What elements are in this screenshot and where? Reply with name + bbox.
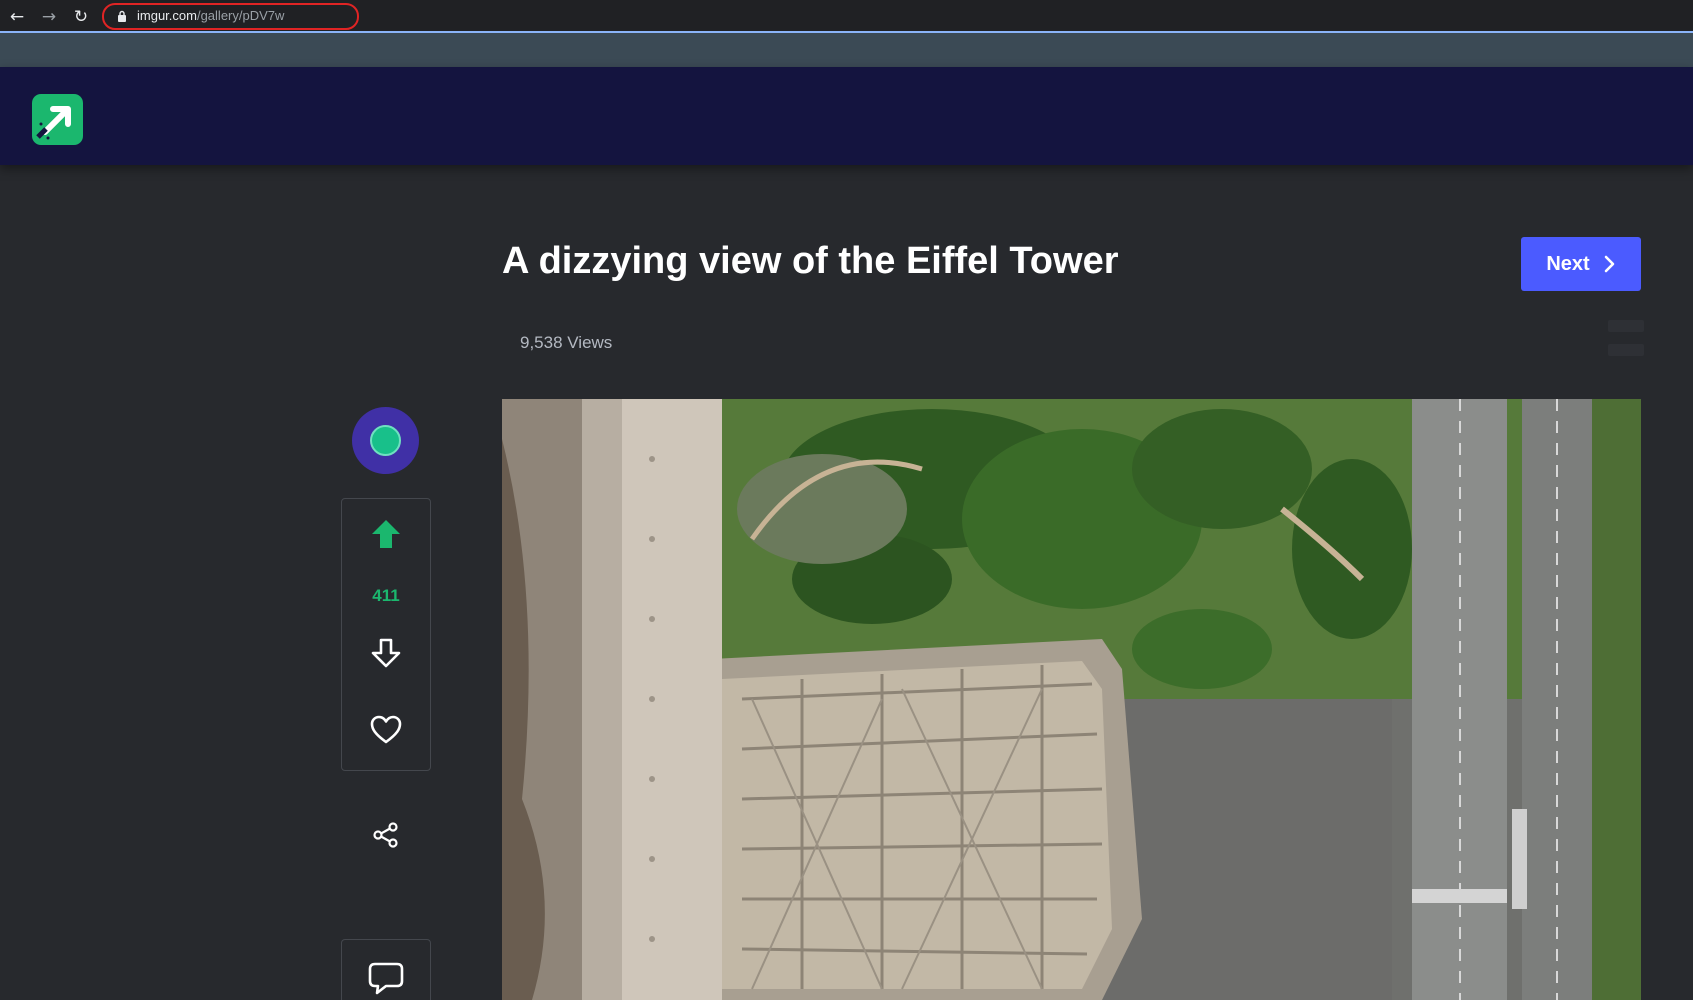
view-count: 9,538 Views	[520, 333, 613, 352]
imgur-logo[interactable]	[32, 94, 83, 145]
address-url[interactable]: imgur.com/gallery/pDV7w	[137, 8, 284, 23]
reload-icon[interactable]: ↻	[70, 6, 92, 28]
post-title: A dizzying view of the Eiffel Tower	[502, 240, 1119, 282]
eiffel-tower-photo	[502, 399, 1641, 1000]
logo-arrow-icon	[36, 106, 71, 140]
placeholder-bar	[1608, 344, 1644, 356]
next-button[interactable]: Next	[1521, 237, 1641, 291]
heart-icon[interactable]	[369, 713, 403, 747]
upvote-icon[interactable]	[369, 517, 403, 551]
site-header	[0, 67, 1693, 165]
placeholder-bar	[1608, 320, 1644, 332]
back-icon[interactable]: ←	[6, 6, 28, 28]
lock-icon	[118, 10, 126, 22]
avatar-image	[370, 425, 401, 456]
vote-count: 411	[372, 586, 400, 605]
url-path: /gallery/pDV7w	[196, 8, 285, 23]
share-icon[interactable]	[371, 820, 401, 850]
downvote-icon[interactable]	[369, 636, 403, 670]
comment-icon[interactable]	[367, 960, 405, 998]
forward-icon[interactable]: →	[38, 6, 60, 28]
next-button-label: Next	[1546, 252, 1590, 275]
chevron-right-icon	[1604, 255, 1614, 273]
post-image[interactable]	[502, 399, 1641, 1000]
avatar[interactable]	[352, 407, 419, 474]
address-bar-row: ← → ↻ imgur.com/gallery/pDV7w	[0, 0, 1693, 33]
url-domain: imgur.com	[137, 8, 197, 23]
